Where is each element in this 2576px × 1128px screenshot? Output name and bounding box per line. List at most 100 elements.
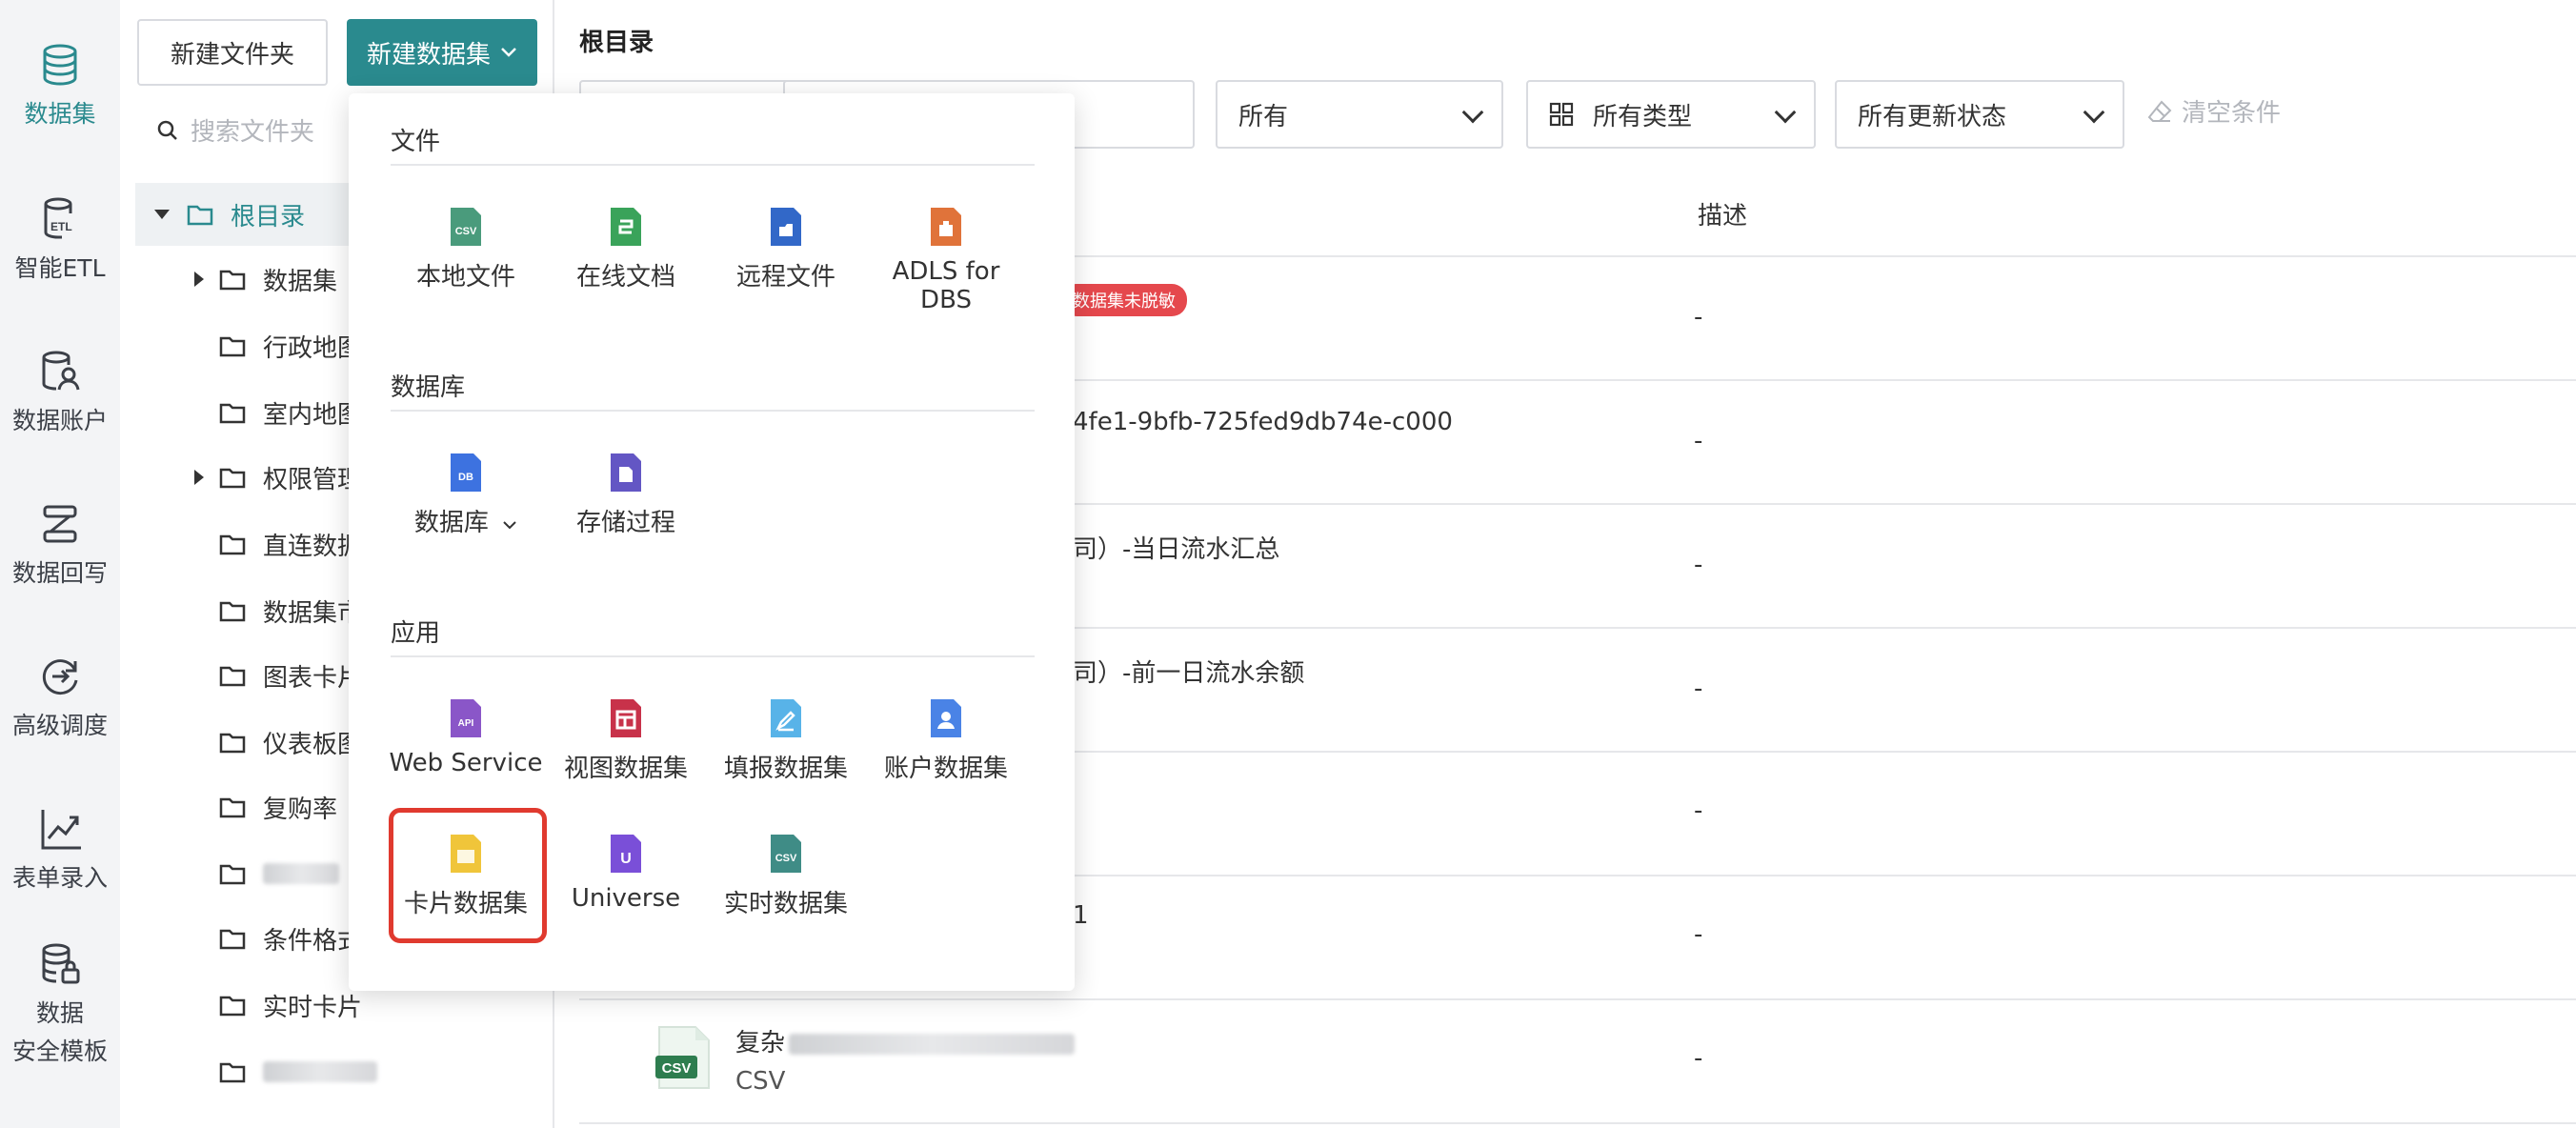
row-name[interactable]: 4fe1-9bfb-725fed9db74e-c000 [1073, 408, 1453, 436]
tree-item-label: 室内地图 [263, 400, 363, 430]
caret-right-icon [194, 272, 204, 287]
folder-icon [219, 270, 246, 291]
rail-label: 数据集 [24, 100, 96, 128]
tree-item-label: 图表卡片 [263, 663, 363, 693]
row-name[interactable]: 司）-当日流水汇总 [1073, 530, 1279, 565]
filter-all-select[interactable]: 所有 [1216, 80, 1503, 149]
tree-item-label: 复购率 [263, 795, 338, 824]
status-badge: 数据集未脱敏 [1061, 284, 1187, 316]
tree-item[interactable] [120, 1040, 554, 1103]
database-file-icon: DB [451, 453, 481, 492]
row-name[interactable]: 1 [1073, 901, 1089, 930]
svg-text:CSV: CSV [455, 226, 477, 237]
csv-icon: CSV [771, 835, 801, 873]
menu-item-online-doc[interactable]: 在线文档 [545, 206, 707, 292]
rail-label: 安全模板 [11, 1037, 108, 1065]
form-entry-icon [41, 810, 81, 850]
caret-down-icon [154, 210, 170, 219]
svg-text:API: API [458, 718, 474, 729]
rail-item-security-template[interactable]: 数据 安全模板 [0, 941, 120, 1071]
divider [579, 998, 2576, 1000]
menu-item-account-dataset[interactable]: 账户数据集 [865, 697, 1027, 784]
rail-item-datasets[interactable]: 数据集 [0, 42, 120, 130]
menu-item-web-service[interactable]: API Web Service [385, 697, 547, 777]
blurred-label [263, 863, 339, 884]
tree-item-label: 直连数据 [263, 532, 363, 561]
rail-label: 数据回写 [11, 559, 108, 587]
blurred-label [263, 1061, 377, 1082]
filter-update-status-label: 所有更新状态 [1858, 102, 2007, 131]
folder-icon [219, 797, 246, 818]
filter-update-status-select[interactable]: 所有更新状态 [1835, 80, 2124, 149]
menu-item-realtime-dataset[interactable]: CSV 实时数据集 [705, 833, 867, 919]
search-icon [157, 120, 177, 140]
stored-procedure-icon [611, 453, 641, 492]
new-folder-button[interactable]: 新建文件夹 [137, 19, 328, 86]
divider [391, 410, 1035, 412]
data-account-icon [42, 351, 80, 391]
row-description: - [1694, 551, 1703, 579]
rail-item-schedule[interactable]: 高级调度 [0, 654, 120, 741]
chevron-down-icon [1461, 101, 1484, 124]
row-description: - [1694, 796, 1703, 825]
menu-item-database[interactable]: DB 数据库 [385, 452, 547, 538]
row-name[interactable]: 复杂 [735, 1023, 1076, 1058]
svg-text:DB: DB [458, 472, 473, 483]
menu-item-view-dataset[interactable]: 视图数据集 [545, 697, 707, 784]
csv-file-icon: CSV [655, 1026, 710, 1089]
row-description: - [1694, 303, 1703, 332]
api-icon: API [451, 699, 481, 737]
chevron-down-icon [1774, 101, 1797, 124]
menu-item-fill-dataset[interactable]: 填报数据集 [705, 697, 867, 784]
tree-item-label: 行政地图 [263, 333, 363, 363]
schedule-icon [42, 659, 78, 695]
rail-item-writeback[interactable]: 数据回写 [0, 501, 120, 589]
filter-type-select[interactable]: 所有类型 [1526, 80, 1816, 149]
menu-item-adls[interactable]: ADLS for DBS [865, 206, 1027, 314]
folder-icon [187, 205, 213, 226]
rail-item-data-account[interactable]: 数据账户 [0, 349, 120, 436]
csv-icon: CSV [451, 208, 481, 246]
folder-icon [219, 996, 246, 1017]
clear-filters-button[interactable]: 清空条件 [2147, 93, 2281, 129]
remote-file-icon [771, 208, 801, 246]
menu-item-remote-file[interactable]: 远程文件 [705, 206, 867, 292]
tree-item-label: 仪表板图 [263, 730, 363, 759]
fill-dataset-icon [771, 699, 801, 737]
divider [391, 655, 1035, 657]
menu-item-local-file[interactable]: CSV 本地文件 [385, 206, 547, 292]
tree-root[interactable]: 根目录 [135, 183, 373, 246]
menu-item-universe[interactable]: U Universe [545, 833, 707, 913]
svg-text:CSV: CSV [775, 853, 797, 864]
filter-all-label: 所有 [1238, 102, 1289, 131]
folder-icon [219, 534, 246, 555]
breadcrumb: 根目录 [579, 29, 654, 57]
menu-item-card-dataset[interactable]: 卡片数据集 [385, 833, 547, 919]
tree-item-label: 实时卡片 [263, 993, 363, 1022]
divider [579, 1122, 2576, 1124]
rail-item-etl[interactable]: ETL 智能ETL [0, 196, 120, 284]
tree-item-label: 数据集 [263, 267, 338, 296]
rail-label: 表单录入 [11, 864, 108, 892]
svg-text:U: U [620, 851, 632, 867]
tree-item-label: 权限管理 [263, 465, 363, 494]
row-description: - [1694, 1044, 1703, 1073]
account-dataset-icon [931, 699, 961, 737]
folder-icon [219, 601, 246, 622]
section-title-file: 文件 [391, 128, 441, 156]
new-dataset-button[interactable]: 新建数据集 [347, 19, 537, 86]
divider [391, 164, 1035, 166]
svg-text:CSV: CSV [662, 1060, 692, 1077]
section-title-app: 应用 [391, 619, 441, 648]
card-dataset-icon [451, 835, 481, 873]
folder-icon [219, 733, 246, 754]
section-title-database: 数据库 [391, 373, 466, 402]
row-type: CSV [735, 1067, 786, 1096]
folder-icon [219, 468, 246, 489]
folder-search[interactable]: 搜索文件夹 [156, 112, 314, 148]
rail-item-form-entry[interactable]: 表单录入 [0, 806, 120, 894]
new-dataset-dropdown: 文件 CSV 本地文件 在线文档 远程文件 ADLS for DBS 数据库 D… [349, 93, 1075, 991]
search-input[interactable]: 搜索文件夹 [191, 112, 314, 148]
menu-item-stored-procedure[interactable]: 存储过程 [545, 452, 707, 538]
row-name[interactable]: 司）-前一日流水余额 [1073, 654, 1304, 689]
